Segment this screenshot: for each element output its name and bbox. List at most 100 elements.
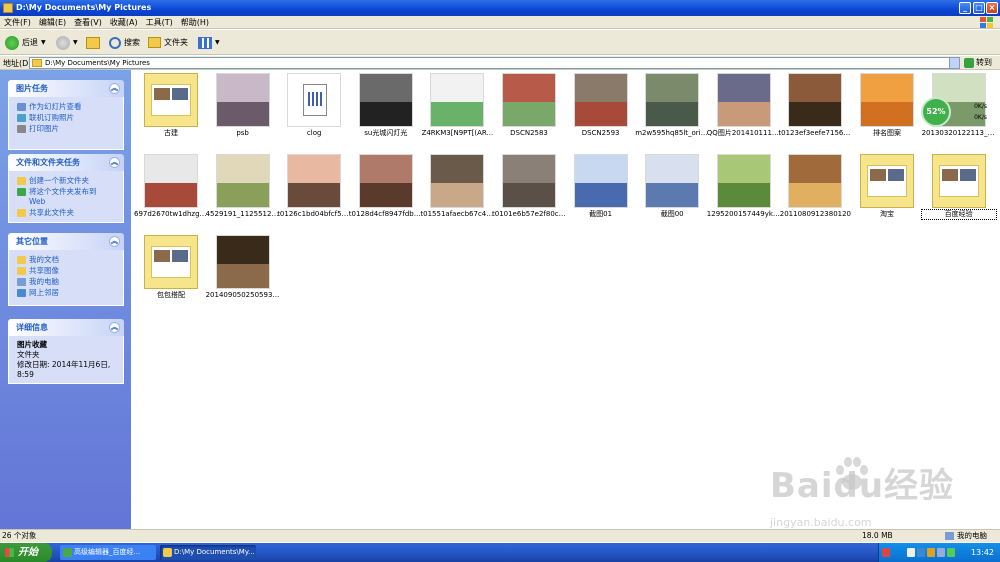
taskbar-item-explorer[interactable]: D:\My Documents\My... <box>160 545 256 560</box>
tray-status-icon[interactable] <box>947 548 955 557</box>
file-name: 4529191_11255123... <box>205 210 280 218</box>
collapse-chevron-icon[interactable]: ︽ <box>109 157 120 168</box>
file-item[interactable]: 1295200157449yk3... <box>707 154 781 222</box>
forward-button[interactable]: ▼ <box>56 34 78 51</box>
start-button[interactable]: 开始 <box>0 543 52 562</box>
details-header[interactable]: 详细信息 ︽ <box>8 319 124 336</box>
folder-thumbnail-icon <box>144 235 198 289</box>
file-name: 截图00 <box>660 210 684 218</box>
file-item[interactable]: t01551afaecb67c42eb <box>420 154 494 222</box>
volume-icon[interactable] <box>937 548 945 557</box>
file-name: t0128d4cf8947fdbdf2 <box>348 210 423 218</box>
file-name: DSCN2593 <box>581 129 620 137</box>
security-icon[interactable] <box>927 548 935 557</box>
file-item[interactable]: clog <box>283 73 345 141</box>
image-thumbnail <box>502 73 556 127</box>
maximize-button[interactable]: □ <box>973 2 985 14</box>
taskbar-item-editor[interactable]: 高级编辑器_百度经... <box>60 545 156 560</box>
file-item[interactable]: DSCN2593 <box>570 73 632 141</box>
file-item[interactable]: 2011080912380120 <box>780 154 851 222</box>
other-places-header[interactable]: 其它位置 ︽ <box>8 233 124 250</box>
file-item[interactable]: t0126c1bd04bfcf5136 <box>277 154 351 222</box>
address-input[interactable]: D:\My Documents\My Pictures <box>29 57 959 69</box>
network-places-icon <box>17 289 26 297</box>
upload-speed: 0K/s <box>974 103 987 110</box>
file-item[interactable]: 4529191_11255123... <box>206 154 280 222</box>
file-item[interactable]: m2w595hq85lt_origi... <box>635 73 709 141</box>
status-size: 18.0 MB <box>862 531 893 540</box>
slideshow-link[interactable]: 作为幻灯片查看 <box>17 102 115 112</box>
system-tray: 13:42 <box>878 543 1000 562</box>
file-item[interactable]: DSCN2583 <box>498 73 560 141</box>
share-folder-link[interactable]: 共享此文件夹 <box>17 208 115 218</box>
picture-tasks-header[interactable]: 图片任务 ︽ <box>8 80 124 97</box>
file-item[interactable]: su光城闪灯光 <box>355 73 417 141</box>
shared-pictures-icon <box>17 267 26 275</box>
file-item[interactable]: psb <box>212 73 274 141</box>
views-button[interactable]: ▼ <box>198 34 220 51</box>
my-documents-icon <box>17 256 26 264</box>
shared-pictures-link[interactable]: 共享图像 <box>17 266 115 276</box>
menu-view[interactable]: 查看(V) <box>70 16 106 29</box>
download-speed: 0K/s <box>974 114 987 121</box>
new-folder-link[interactable]: 创建一个新文件夹 <box>17 176 115 186</box>
file-item[interactable]: 排名图案 <box>856 73 918 141</box>
file-tasks-header[interactable]: 文件和文件夹任务 ︽ <box>8 154 124 171</box>
file-item[interactable]: 697d2670tw1dhzgv... <box>134 154 208 222</box>
up-folder-button[interactable] <box>86 34 100 51</box>
file-item[interactable]: t0123ef3eefe71564fa <box>778 73 852 141</box>
order-prints-icon <box>17 114 26 122</box>
folder-icon <box>32 59 42 67</box>
network-places-link[interactable]: 网上邻居 <box>17 288 115 298</box>
file-item[interactable]: 百度经验 <box>920 154 997 222</box>
file-item[interactable]: t0101e6b57e2f80cf5c <box>492 154 566 222</box>
sogou-input-icon[interactable] <box>882 548 890 557</box>
file-item[interactable]: 包包搭配 <box>140 235 202 303</box>
image-thumbnail <box>358 154 413 208</box>
my-documents-link[interactable]: 我的文档 <box>17 255 115 265</box>
publish-web-link[interactable]: 将这个文件夹发布到 Web <box>17 187 115 207</box>
network-speed-widget[interactable]: 52% 0K/s 0K/s <box>921 97 987 131</box>
print-pictures-link[interactable]: 打印图片 <box>17 124 115 134</box>
search-button[interactable]: 搜索 <box>109 34 140 51</box>
menu-favorites[interactable]: 收藏(A) <box>106 16 142 29</box>
file-item[interactable]: 20140905025059338 <box>206 235 280 303</box>
menu-edit[interactable]: 编辑(E) <box>35 16 70 29</box>
file-item[interactable]: t0128d4cf8947fdbdf2 <box>349 154 423 222</box>
file-item[interactable]: 截图00 <box>641 154 703 222</box>
taskbar: 开始 高级编辑器_百度经... D:\My Documents\My... 13… <box>0 543 1000 562</box>
collapse-chevron-icon[interactable]: ︽ <box>109 83 120 94</box>
watermark-brand: Baidu经验 <box>770 466 955 506</box>
close-button[interactable]: × <box>986 2 998 14</box>
image-thumbnail <box>215 73 270 127</box>
tray-app-icon[interactable] <box>907 548 915 557</box>
file-name: Z4RKM3[N9PT[(AR... <box>421 129 494 137</box>
image-thumbnail <box>788 154 843 208</box>
file-item[interactable]: QQ图片20141011154712 <box>707 73 781 141</box>
collapse-chevron-icon[interactable]: ︽ <box>109 322 120 333</box>
image-thumbnail <box>716 73 771 127</box>
collapse-chevron-icon[interactable]: ︽ <box>109 236 120 247</box>
menu-tools[interactable]: 工具(T) <box>142 16 177 29</box>
minimize-button[interactable]: _ <box>959 2 971 14</box>
go-button[interactable]: 转到 <box>964 57 992 68</box>
network-percent: 52% <box>921 97 951 127</box>
share-folder-icon <box>17 209 26 217</box>
order-prints-link[interactable]: 联机订购照片 <box>17 113 115 123</box>
file-item[interactable]: 古建 <box>140 73 202 141</box>
my-computer-link[interactable]: 我的电脑 <box>17 277 115 287</box>
back-button[interactable]: 后退 ▼ <box>5 34 46 51</box>
image-thumbnail <box>144 154 198 208</box>
network-icon[interactable] <box>917 548 925 557</box>
folder-thumbnail-icon <box>144 73 198 127</box>
menu-file[interactable]: 文件(F) <box>0 16 35 29</box>
file-item[interactable]: 截图01 <box>570 154 632 222</box>
file-name: 排名图案 <box>873 129 901 137</box>
file-item[interactable]: Z4RKM3[N9PT[(AR... <box>422 73 493 141</box>
file-item[interactable]: 淘宝 <box>856 154 918 222</box>
publish-web-icon <box>17 188 26 196</box>
menu-help[interactable]: 帮助(H) <box>177 16 213 29</box>
file-name: 截图01 <box>589 210 613 218</box>
folders-button[interactable]: 文件夹 <box>148 34 188 51</box>
address-dropdown-button[interactable] <box>949 57 960 69</box>
